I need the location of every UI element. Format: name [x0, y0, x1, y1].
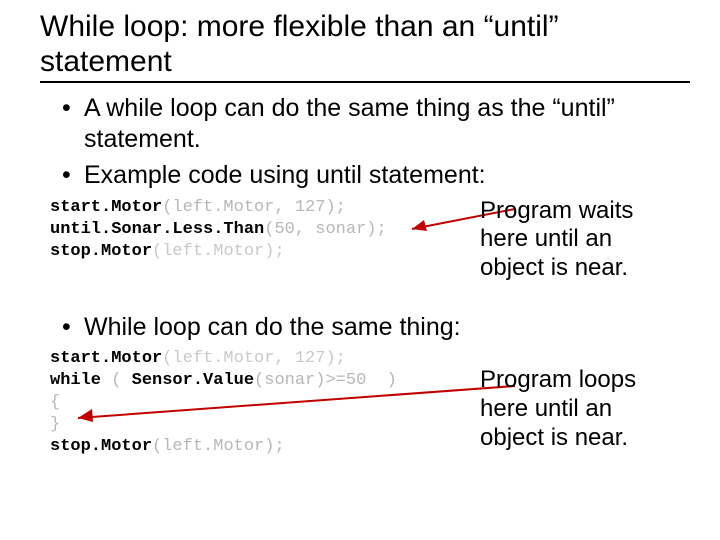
code2-l5-func: stop.Motor: [50, 437, 152, 456]
bullet-3: While loop can do the same thing:: [62, 312, 690, 343]
bullet-1: A while loop can do the same thing as th…: [62, 93, 690, 154]
bullet-list: A while loop can do the same thing as th…: [40, 93, 690, 191]
code1-l1-args: (left.Motor, 127);: [162, 198, 346, 217]
code2-l5-args: (left.Motor);: [152, 437, 285, 456]
bullet-list-2: While loop can do the same thing:: [40, 312, 690, 343]
code2-l2-rest: (sonar)>=50 ): [254, 371, 397, 390]
code-figure-2: start.Motor(left.Motor, 127); while ( Se…: [50, 348, 690, 488]
slide: While loop: more flexible than an “until…: [0, 0, 720, 498]
code-figure-1: start.Motor(left.Motor, 127); until.Sona…: [50, 197, 690, 302]
code1-l1-func: start.Motor: [50, 198, 162, 217]
code1-l2-func: until.Sonar.Less.Than: [50, 220, 264, 239]
slide-title: While loop: more flexible than an “until…: [40, 10, 690, 83]
code-block-1: start.Motor(left.Motor, 127); until.Sona…: [50, 197, 387, 263]
code2-l4: }: [50, 415, 60, 434]
bullet-2: Example code using until statement:: [62, 160, 690, 191]
code2-l2-sv: Sensor.Value: [132, 371, 254, 390]
code2-l1-func: start.Motor: [50, 349, 162, 368]
code2-l2-paren: (: [101, 371, 132, 390]
code2-l2-while: while: [50, 371, 101, 390]
code1-l2-args: (50, sonar);: [264, 220, 386, 239]
code2-l3: {: [50, 393, 60, 412]
callout-2: Program loops here until an object is ne…: [480, 366, 680, 452]
code-block-2: start.Motor(left.Motor, 127); while ( Se…: [50, 348, 397, 458]
code1-l3-args: (left.Motor);: [152, 242, 285, 261]
code2-l1-args: (left.Motor, 127);: [162, 349, 346, 368]
callout-1: Program waits here until an object is ne…: [480, 197, 680, 283]
code1-l3-func: stop.Motor: [50, 242, 152, 261]
